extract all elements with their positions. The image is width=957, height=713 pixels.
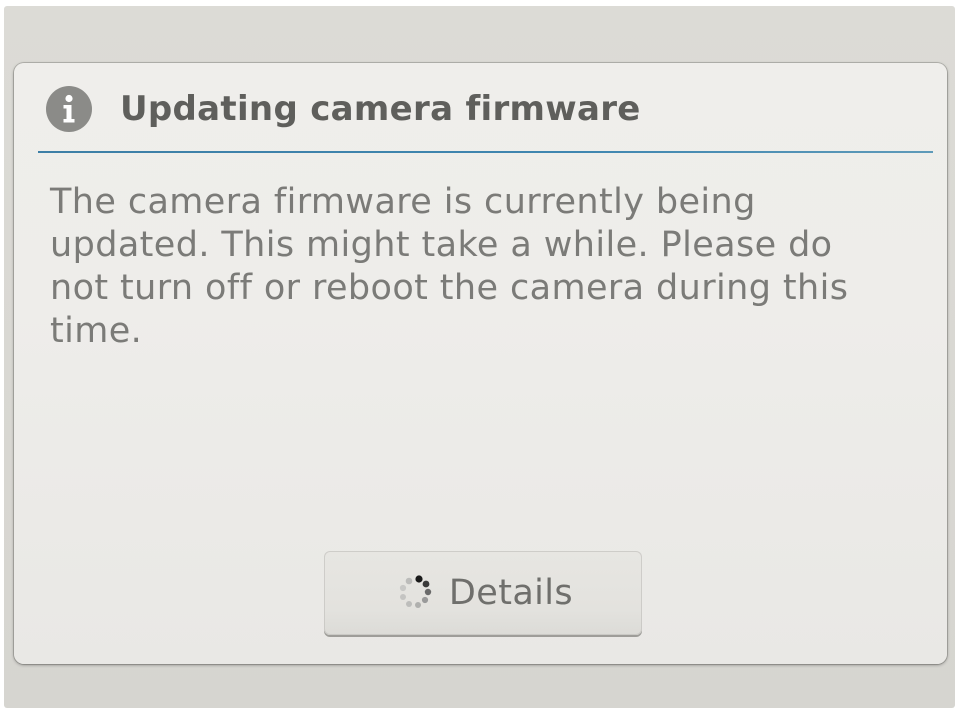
details-button[interactable]: Details [324,551,642,635]
device-screen: Updating camera firmware The camera firm… [4,6,955,708]
details-button-label: Details [448,573,574,613]
loading-spinner-icon [399,575,432,608]
title-divider [38,151,933,153]
dialog-message: The camera firmware is currently being u… [50,182,849,351]
dialog-title: Updating camera firmware [120,89,641,129]
dialog-header: Updating camera firmware [46,85,641,133]
firmware-update-dialog: Updating camera firmware The camera firm… [14,63,947,664]
info-icon [46,86,92,132]
